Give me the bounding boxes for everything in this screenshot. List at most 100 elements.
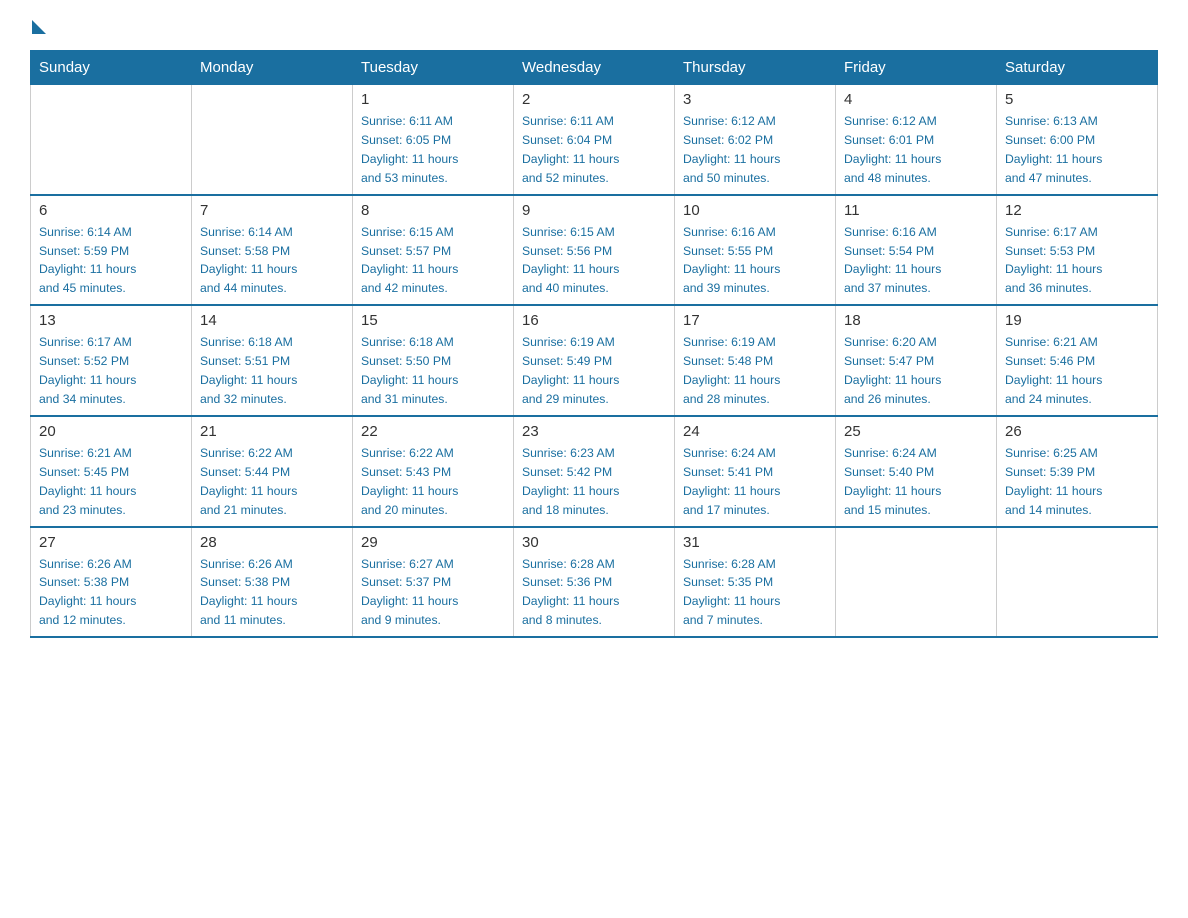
- day-detail: Sunrise: 6:21 AMSunset: 5:45 PMDaylight:…: [39, 444, 183, 520]
- day-number: 5: [1005, 91, 1149, 108]
- day-cell: 16 Sunrise: 6:19 AMSunset: 5:49 PMDayligh…: [514, 305, 675, 416]
- header-cell-monday: Monday: [192, 51, 353, 85]
- day-cell: 14 Sunrise: 6:18 AMSunset: 5:51 PMDayligh…: [192, 305, 353, 416]
- day-detail: Sunrise: 6:24 AMSunset: 5:41 PMDaylight:…: [683, 444, 827, 520]
- day-cell: 18 Sunrise: 6:20 AMSunset: 5:47 PMDayligh…: [836, 305, 997, 416]
- day-cell: 13Sunrise: 6:17 AMSunset: 5:52 PMDayligh…: [31, 305, 192, 416]
- day-detail: Sunrise: 6:19 AMSunset: 5:49 PMDaylight:…: [522, 333, 666, 409]
- day-number: 18: [844, 312, 988, 329]
- day-cell: 30 Sunrise: 6:28 AMSunset: 5:36 PMDayligh…: [514, 527, 675, 638]
- day-detail: Sunrise: 6:18 AMSunset: 5:50 PMDaylight:…: [361, 333, 505, 409]
- day-number: 4: [844, 91, 988, 108]
- day-number: 29: [361, 534, 505, 551]
- day-detail: Sunrise: 6:13 AMSunset: 6:00 PMDaylight:…: [1005, 112, 1149, 188]
- day-detail: Sunrise: 6:18 AMSunset: 5:51 PMDaylight:…: [200, 333, 344, 409]
- day-cell: [997, 527, 1158, 638]
- week-row-5: 27Sunrise: 6:26 AMSunset: 5:38 PMDayligh…: [31, 527, 1158, 638]
- day-cell: 6 Sunrise: 6:14 AMSunset: 5:59 PMDaylight…: [31, 195, 192, 306]
- day-cell: 4Sunrise: 6:12 AMSunset: 6:01 PMDaylight…: [836, 85, 997, 195]
- day-cell: 20Sunrise: 6:21 AMSunset: 5:45 PMDayligh…: [31, 416, 192, 527]
- week-row-1: 1 Sunrise: 6:11 AMSunset: 6:05 PMDaylight…: [31, 85, 1158, 195]
- day-detail: Sunrise: 6:14 AMSunset: 5:59 PMDaylight:…: [39, 223, 183, 299]
- day-cell: [192, 85, 353, 195]
- day-cell: 9 Sunrise: 6:15 AMSunset: 5:56 PMDaylight…: [514, 195, 675, 306]
- day-cell: 28Sunrise: 6:26 AMSunset: 5:38 PMDayligh…: [192, 527, 353, 638]
- day-number: 25: [844, 423, 988, 440]
- day-number: 21: [200, 423, 344, 440]
- day-detail: Sunrise: 6:16 AMSunset: 5:55 PMDaylight:…: [683, 223, 827, 299]
- day-number: 7: [200, 202, 344, 219]
- day-cell: 24 Sunrise: 6:24 AMSunset: 5:41 PMDayligh…: [675, 416, 836, 527]
- day-number: 17: [683, 312, 827, 329]
- header-cell-wednesday: Wednesday: [514, 51, 675, 85]
- day-detail: Sunrise: 6:12 AMSunset: 6:02 PMDaylight:…: [683, 112, 827, 188]
- day-cell: 7Sunrise: 6:14 AMSunset: 5:58 PMDaylight…: [192, 195, 353, 306]
- day-number: 8: [361, 202, 505, 219]
- day-number: 2: [522, 91, 666, 108]
- day-detail: Sunrise: 6:28 AMSunset: 5:35 PMDaylight:…: [683, 555, 827, 631]
- logo: [30, 20, 46, 30]
- day-cell: 29Sunrise: 6:27 AMSunset: 5:37 PMDayligh…: [353, 527, 514, 638]
- day-cell: 1 Sunrise: 6:11 AMSunset: 6:05 PMDaylight…: [353, 85, 514, 195]
- header-cell-tuesday: Tuesday: [353, 51, 514, 85]
- day-number: 3: [683, 91, 827, 108]
- day-detail: Sunrise: 6:16 AMSunset: 5:54 PMDaylight:…: [844, 223, 988, 299]
- day-cell: 2 Sunrise: 6:11 AMSunset: 6:04 PMDaylight…: [514, 85, 675, 195]
- day-cell: 8 Sunrise: 6:15 AMSunset: 5:57 PMDaylight…: [353, 195, 514, 306]
- day-number: 28: [200, 534, 344, 551]
- day-number: 30: [522, 534, 666, 551]
- day-number: 12: [1005, 202, 1149, 219]
- day-detail: Sunrise: 6:24 AMSunset: 5:40 PMDaylight:…: [844, 444, 988, 520]
- day-number: 23: [522, 423, 666, 440]
- header-cell-saturday: Saturday: [997, 51, 1158, 85]
- day-detail: Sunrise: 6:20 AMSunset: 5:47 PMDaylight:…: [844, 333, 988, 409]
- day-number: 22: [361, 423, 505, 440]
- day-cell: 22 Sunrise: 6:22 AMSunset: 5:43 PMDayligh…: [353, 416, 514, 527]
- calendar-body: 1 Sunrise: 6:11 AMSunset: 6:05 PMDaylight…: [31, 85, 1158, 638]
- day-cell: 5 Sunrise: 6:13 AMSunset: 6:00 PMDaylight…: [997, 85, 1158, 195]
- day-detail: Sunrise: 6:15 AMSunset: 5:56 PMDaylight:…: [522, 223, 666, 299]
- calendar-header: SundayMondayTuesdayWednesdayThursdayFrid…: [31, 51, 1158, 85]
- day-cell: [836, 527, 997, 638]
- day-detail: Sunrise: 6:19 AMSunset: 5:48 PMDaylight:…: [683, 333, 827, 409]
- day-cell: 27Sunrise: 6:26 AMSunset: 5:38 PMDayligh…: [31, 527, 192, 638]
- day-number: 31: [683, 534, 827, 551]
- day-cell: 3 Sunrise: 6:12 AMSunset: 6:02 PMDaylight…: [675, 85, 836, 195]
- day-detail: Sunrise: 6:22 AMSunset: 5:44 PMDaylight:…: [200, 444, 344, 520]
- header-cell-sunday: Sunday: [31, 51, 192, 85]
- day-cell: 15 Sunrise: 6:18 AMSunset: 5:50 PMDayligh…: [353, 305, 514, 416]
- day-cell: 26Sunrise: 6:25 AMSunset: 5:39 PMDayligh…: [997, 416, 1158, 527]
- day-number: 11: [844, 202, 988, 219]
- header-cell-friday: Friday: [836, 51, 997, 85]
- day-number: 6: [39, 202, 183, 219]
- day-cell: 31 Sunrise: 6:28 AMSunset: 5:35 PMDayligh…: [675, 527, 836, 638]
- day-detail: Sunrise: 6:28 AMSunset: 5:36 PMDaylight:…: [522, 555, 666, 631]
- day-number: 24: [683, 423, 827, 440]
- header-cell-thursday: Thursday: [675, 51, 836, 85]
- day-number: 1: [361, 91, 505, 108]
- calendar-table: SundayMondayTuesdayWednesdayThursdayFrid…: [30, 50, 1158, 638]
- week-row-4: 20Sunrise: 6:21 AMSunset: 5:45 PMDayligh…: [31, 416, 1158, 527]
- day-number: 16: [522, 312, 666, 329]
- day-number: 15: [361, 312, 505, 329]
- day-cell: 17 Sunrise: 6:19 AMSunset: 5:48 PMDayligh…: [675, 305, 836, 416]
- day-detail: Sunrise: 6:21 AMSunset: 5:46 PMDaylight:…: [1005, 333, 1149, 409]
- day-cell: 11 Sunrise: 6:16 AMSunset: 5:54 PMDayligh…: [836, 195, 997, 306]
- day-cell: 25 Sunrise: 6:24 AMSunset: 5:40 PMDayligh…: [836, 416, 997, 527]
- day-number: 19: [1005, 312, 1149, 329]
- day-detail: Sunrise: 6:15 AMSunset: 5:57 PMDaylight:…: [361, 223, 505, 299]
- day-detail: Sunrise: 6:11 AMSunset: 6:05 PMDaylight:…: [361, 112, 505, 188]
- week-row-3: 13Sunrise: 6:17 AMSunset: 5:52 PMDayligh…: [31, 305, 1158, 416]
- logo-triangle-icon: [32, 20, 46, 34]
- day-number: 9: [522, 202, 666, 219]
- day-cell: 19 Sunrise: 6:21 AMSunset: 5:46 PMDayligh…: [997, 305, 1158, 416]
- day-detail: Sunrise: 6:11 AMSunset: 6:04 PMDaylight:…: [522, 112, 666, 188]
- day-number: 14: [200, 312, 344, 329]
- day-detail: Sunrise: 6:22 AMSunset: 5:43 PMDaylight:…: [361, 444, 505, 520]
- day-detail: Sunrise: 6:17 AMSunset: 5:53 PMDaylight:…: [1005, 223, 1149, 299]
- header-row: SundayMondayTuesdayWednesdayThursdayFrid…: [31, 51, 1158, 85]
- day-cell: [31, 85, 192, 195]
- day-detail: Sunrise: 6:23 AMSunset: 5:42 PMDaylight:…: [522, 444, 666, 520]
- day-cell: 12 Sunrise: 6:17 AMSunset: 5:53 PMDayligh…: [997, 195, 1158, 306]
- day-detail: Sunrise: 6:25 AMSunset: 5:39 PMDaylight:…: [1005, 444, 1149, 520]
